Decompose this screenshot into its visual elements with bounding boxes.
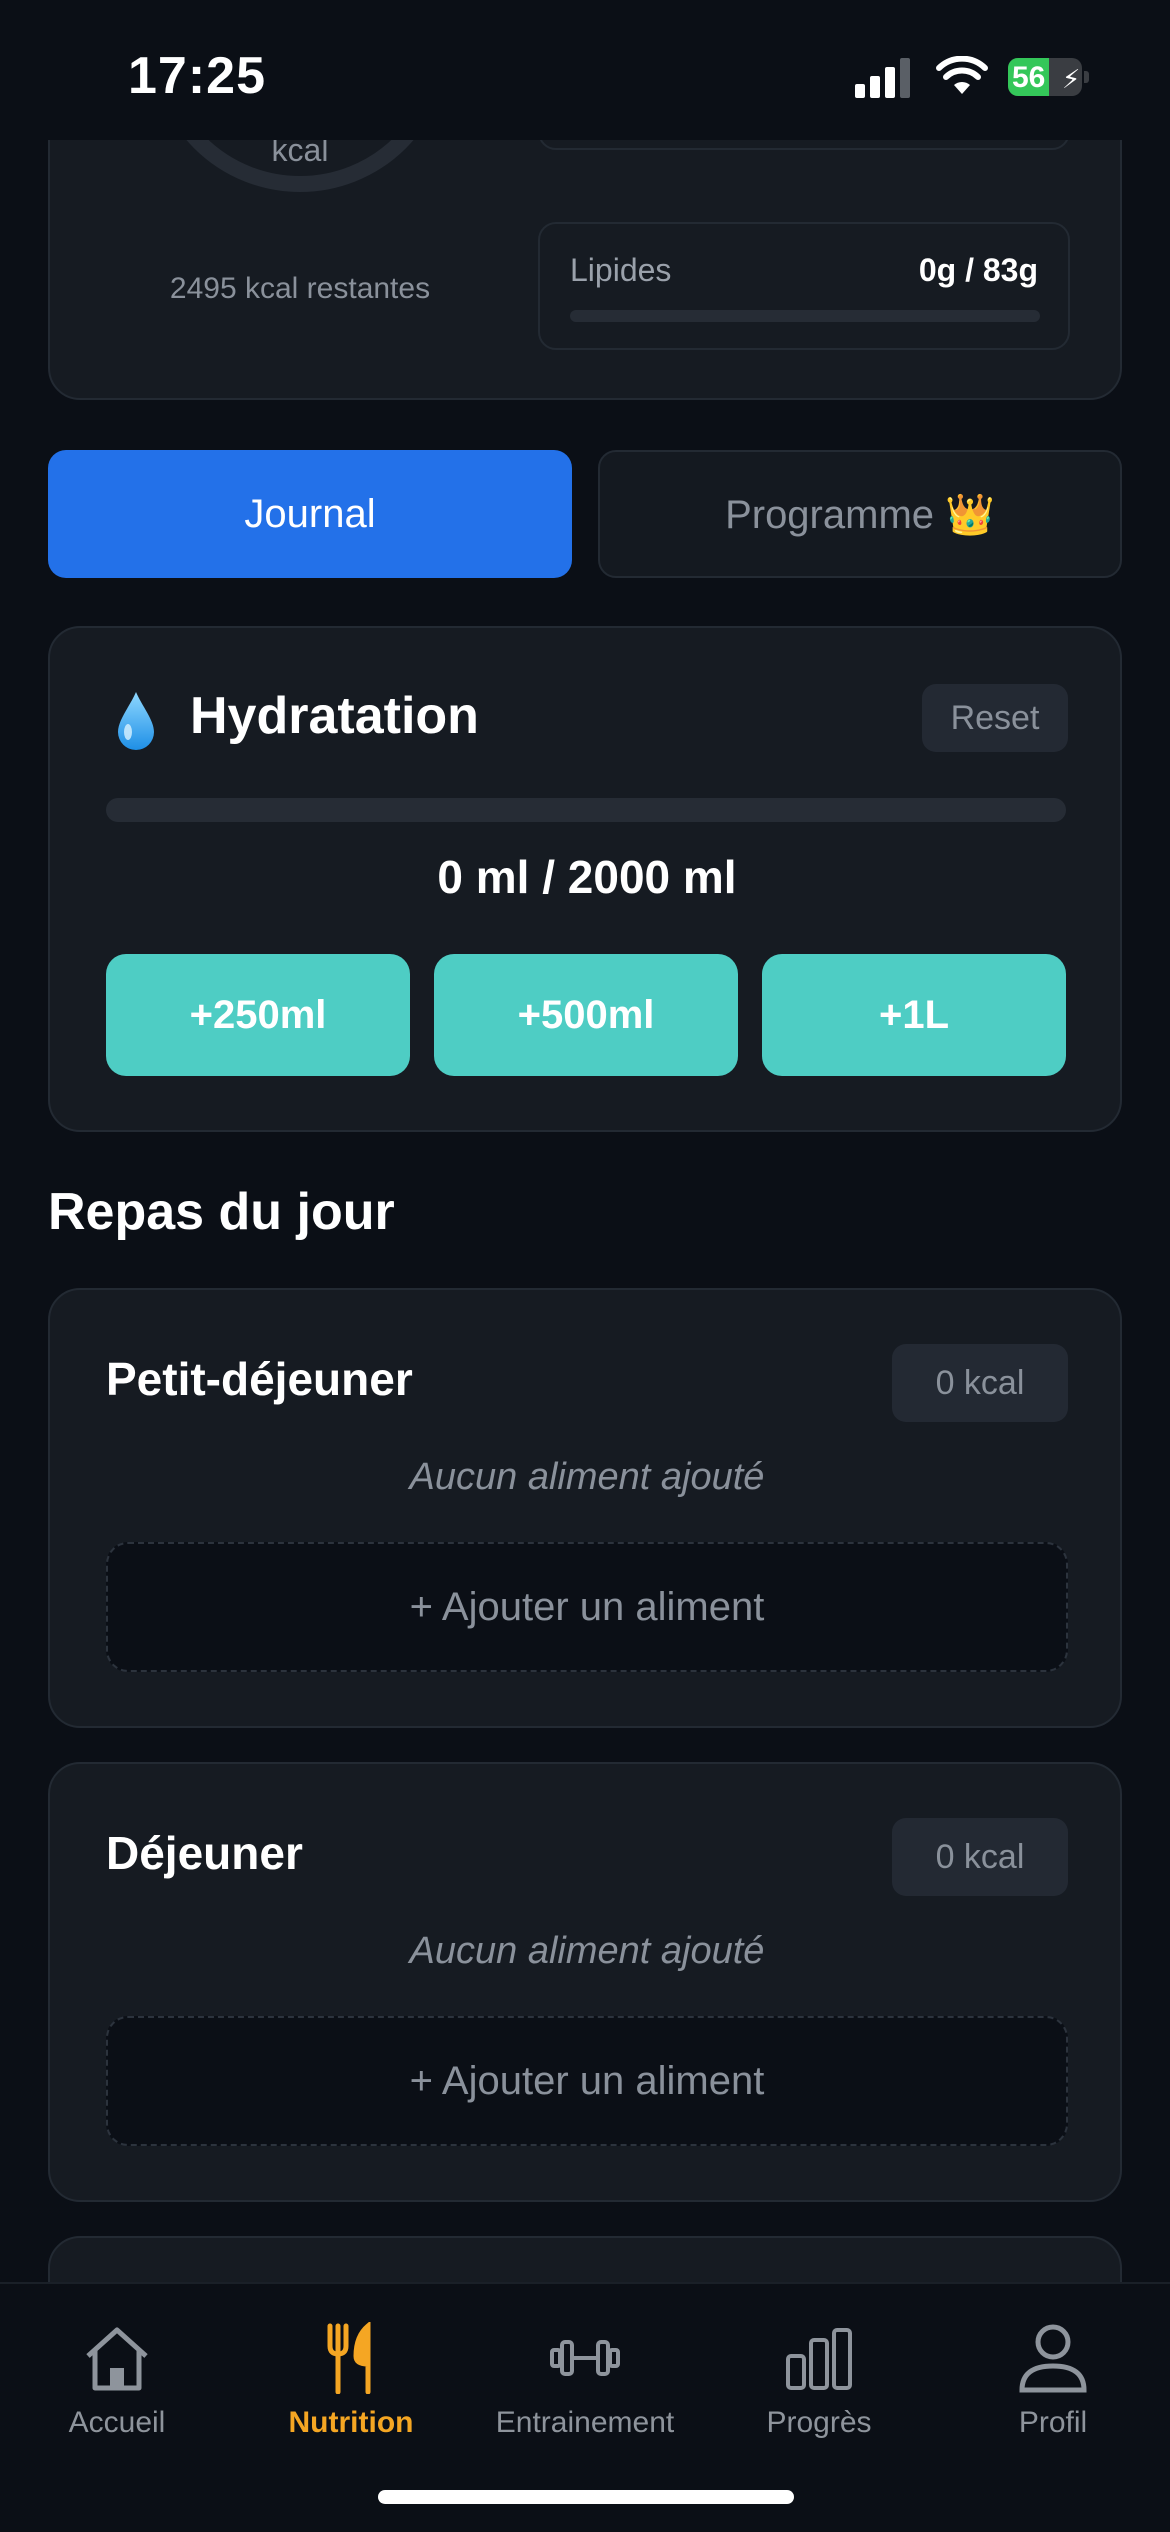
tab-programme[interactable]: Programme 👑 [598, 450, 1122, 578]
meal-name: Déjeuner [106, 1827, 303, 1879]
meal-kcal-badge: 0 kcal [892, 1818, 1068, 1896]
battery-indicator: 56 ⚡ [1008, 58, 1089, 96]
nav-item-nutrition[interactable]: Nutrition [234, 2304, 468, 2454]
status-bar: 17:25 56 ⚡ [0, 0, 1170, 140]
add-500ml-button[interactable]: +500ml [434, 954, 738, 1076]
add-food-button[interactable]: + Ajouter un aliment [106, 1542, 1068, 1672]
home-icon [86, 2327, 148, 2391]
meal-kcal-badge: 0 kcal [892, 1344, 1068, 1422]
dumbbell-icon [550, 2340, 620, 2376]
meal-card-breakfast: Petit-déjeuner 0 kcal Aucun aliment ajou… [48, 1288, 1122, 1728]
hydration-card: Hydratation Reset 0 ml / 2000 ml +250ml … [48, 626, 1122, 1132]
water-drop-icon [118, 692, 154, 750]
add-250ml-button[interactable]: +250ml [106, 954, 410, 1076]
nav-label: Progrès [766, 2406, 872, 2439]
macro-box-lipides: Lipides 0g / 83g [538, 222, 1070, 350]
tab-journal[interactable]: Journal [48, 450, 572, 578]
macro-progress-bar [570, 310, 1040, 322]
signal-icon [855, 58, 910, 98]
status-time: 17:25 [128, 47, 266, 105]
macro-label: Lipides [570, 252, 672, 288]
nav-item-accueil[interactable]: Accueil [0, 2304, 234, 2454]
reset-button[interactable]: Reset [922, 684, 1068, 752]
battery-level: 56 [1012, 61, 1046, 94]
meals-section-title: Repas du jour [48, 1183, 395, 1241]
nav-label: Accueil [68, 2406, 166, 2439]
charging-bolt-icon: ⚡ [1062, 64, 1081, 94]
nav-label: Entrainement [495, 2406, 675, 2439]
bar-chart-icon [786, 2328, 852, 2390]
home-indicator [378, 2490, 794, 2504]
macro-value: 0g / 83g [918, 252, 1038, 288]
remaining-calories: 2495 kcal restantes [169, 272, 431, 305]
meal-empty-text: Aucun aliment ajouté [409, 1930, 765, 1972]
nav-label: Nutrition [288, 2406, 414, 2439]
nav-item-profil[interactable]: Profil [936, 2304, 1170, 2454]
nav-label: Profil [1018, 2406, 1088, 2439]
fork-knife-icon [327, 2322, 371, 2394]
add-food-button[interactable]: + Ajouter un aliment [106, 2016, 1068, 2146]
user-icon [1019, 2324, 1087, 2393]
meal-name: Petit-déjeuner [106, 1353, 413, 1405]
nav-item-progres[interactable]: Progrès [702, 2304, 936, 2454]
hydration-amount: 0 ml / 2000 ml [437, 851, 737, 903]
add-1l-button[interactable]: +1L [762, 954, 1066, 1076]
hydration-progress-bar [106, 798, 1066, 822]
meal-empty-text: Aucun aliment ajouté [409, 1456, 765, 1498]
nav-item-entrainement[interactable]: Entrainement [468, 2304, 702, 2454]
meal-card-lunch: Déjeuner 0 kcal Aucun aliment ajouté + A… [48, 1762, 1122, 2202]
wifi-icon [936, 56, 988, 94]
hydration-title: Hydratation [190, 687, 479, 745]
